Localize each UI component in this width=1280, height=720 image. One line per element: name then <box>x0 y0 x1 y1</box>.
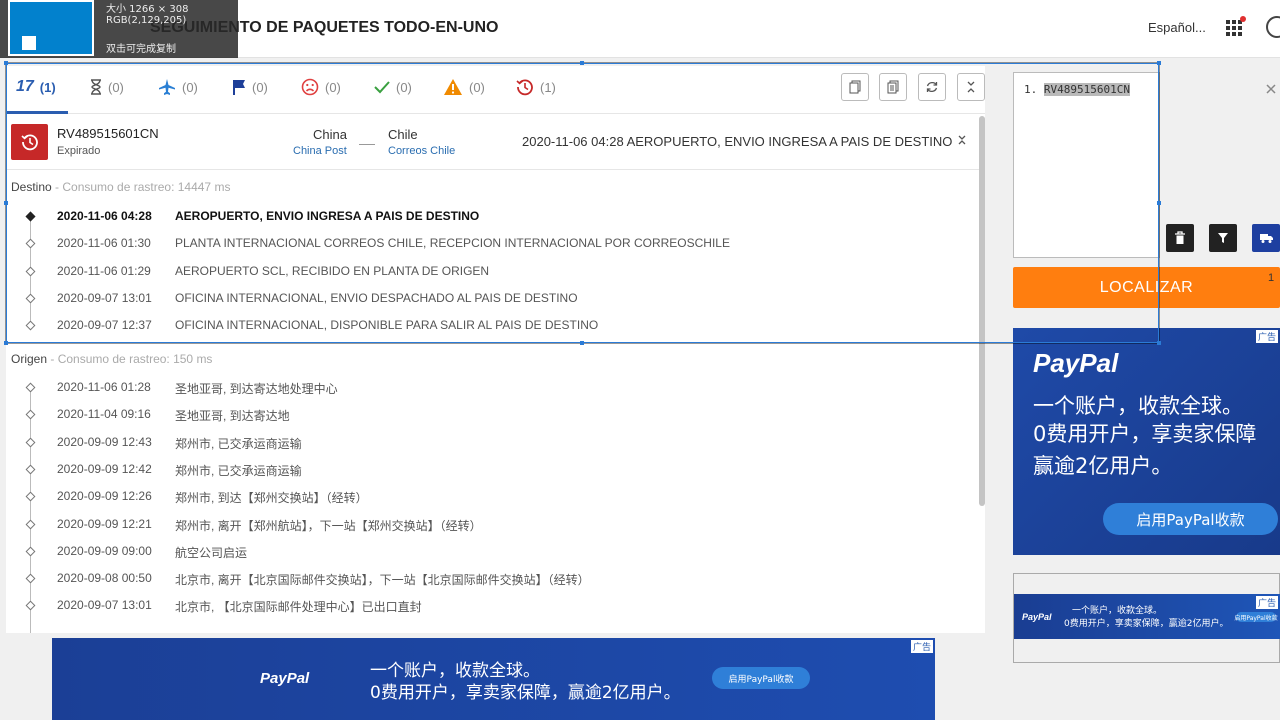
ad-line: 一个账户，收款全球。 <box>1033 394 1243 418</box>
event-description: 北京市, 【北京国际邮件处理中心】已出口直封 <box>175 600 422 615</box>
paypal-ad-small[interactable]: 广告 PayPal 一个账户，收款全球。 0费用开户，享卖家保障，赢逾2亿用户。… <box>1014 594 1280 639</box>
event-description: 郑州市, 到达【郑州交换站】（经转） <box>175 491 368 506</box>
ad-line: 一个账户，收款全球。 <box>1072 606 1163 616</box>
paypal-ad-bottom[interactable]: 广告 PayPal 一个账户，收款全球。 0费用开户，享卖家保障，赢逾2亿用户。… <box>52 638 935 720</box>
ad-cta-button[interactable]: 启用PayPal收款 <box>1103 503 1278 535</box>
paypal-ad-side[interactable]: 广告 PayPal 一个账户，收款全球。 0费用开户，享卖家保障 赢逾2亿用户。… <box>1013 328 1280 555</box>
event-date: 2020-11-04 09:16 <box>57 407 151 422</box>
event-description: 郑州市, 离开【郑州航站】，下一站【郑州交换站】（经转） <box>175 518 482 533</box>
timeline-dot <box>25 382 36 393</box>
notification-dot <box>1240 16 1246 22</box>
selection-handle[interactable] <box>580 61 584 65</box>
trash-icon <box>1175 231 1185 244</box>
language-selector[interactable]: Español... <box>1148 20 1206 35</box>
ad-line: 0费用开户，享卖家保障，赢逾2亿用户。 <box>1064 619 1229 629</box>
timeline-event: 2020-09-07 13:01 北京市, 【北京国际邮件处理中心】已出口直封 <box>6 594 981 621</box>
timeline-dot <box>25 600 36 611</box>
paypal-logo: PayPal <box>1022 612 1052 622</box>
timeline-event: 2020-09-09 12:43 郑州市, 已交承运商运输 <box>6 431 981 458</box>
selection-handle[interactable] <box>1157 201 1161 205</box>
selection-handle[interactable] <box>1157 341 1161 345</box>
timeline-dot <box>25 546 36 557</box>
screenshot-selection[interactable] <box>6 63 1159 343</box>
event-date: 2020-09-09 12:42 <box>57 461 152 476</box>
close-icon[interactable] <box>1266 84 1276 94</box>
event-description: 圣地亚哥, 到达寄达地处理中心 <box>175 382 338 396</box>
selection-handle[interactable] <box>4 341 8 345</box>
selection-handle[interactable] <box>4 61 8 65</box>
event-description: 北京市, 离开【北京国际邮件交换站】，下一站【北京国际邮件交换站】（经转） <box>175 573 590 588</box>
event-description: 郑州市, 已交承运商运输 <box>175 463 302 478</box>
ad-tag: 广告 <box>1255 596 1278 609</box>
ad-cta-button[interactable]: 启用PayPal收款 <box>712 667 810 689</box>
event-date: 2020-09-08 00:50 <box>57 571 152 586</box>
event-date: 2020-09-09 12:43 <box>57 434 152 449</box>
grid-icon[interactable] <box>1226 16 1246 36</box>
paypal-logo: PayPal <box>260 670 310 687</box>
carrier-select-button[interactable] <box>1252 224 1280 252</box>
tracking-count: 1 <box>1268 272 1275 284</box>
timeline-event: 2020-09-08 00:50 北京市, 离开【北京国际邮件交换站】，下一站【北… <box>6 567 981 594</box>
screenshot-magnifier: 大小 1266 × 308 RGB(2,129,205) 双击可完成复制 <box>0 0 238 58</box>
event-date: 2020-09-09 12:21 <box>57 516 152 531</box>
ad-cta-button[interactable]: 启用PayPal收款 <box>1234 612 1278 622</box>
timeline-event: 2020-09-09 12:21 郑州市, 离开【郑州航站】，下一站【郑州交换站】… <box>6 513 981 540</box>
timeline-dot <box>25 519 36 529</box>
timeline-event: 2020-09-09 12:42 郑州市, 已交承运商运输 <box>6 458 981 485</box>
timeline-event: 2020-11-06 01:28 圣地亚哥, 到达寄达地处理中心 <box>6 376 981 403</box>
timeline-dot <box>25 464 36 475</box>
selection-handle[interactable] <box>1157 61 1161 65</box>
delete-button[interactable] <box>1166 224 1194 252</box>
truck-icon <box>1260 234 1273 243</box>
event-description: 圣地亚哥, 到达寄达地 <box>175 409 290 424</box>
user-icon[interactable] <box>1266 16 1280 38</box>
paypal-logo: PayPal <box>1033 348 1119 378</box>
filter-button[interactable] <box>1209 224 1237 252</box>
filter-icon <box>1218 233 1228 243</box>
timeline-dot <box>25 409 36 420</box>
timeline-dot <box>25 573 36 584</box>
pixel-color: RGB(2,129,205) <box>106 15 187 26</box>
selection-size: 大小 1266 × 308 <box>106 4 189 15</box>
event-date: 2020-11-06 01:28 <box>57 380 151 394</box>
ad-line: 赢逾2亿用户。 <box>1033 454 1173 478</box>
timeline-event: 2020-11-04 09:16 圣地亚哥, 到达寄达地 <box>6 403 981 430</box>
event-date: 2020-09-09 09:00 <box>57 543 152 558</box>
ad-tag: 广告 <box>1255 330 1278 343</box>
timeline-dot <box>25 491 36 502</box>
origin-section-header: Origen - Consumo de rastreo: 150 ms <box>11 352 213 366</box>
ad-tag: 广告 <box>910 640 933 653</box>
event-date: 2020-09-09 12:26 <box>57 489 152 504</box>
copy-hint: 双击可完成复制 <box>106 44 176 55</box>
event-date: 2020-09-07 13:01 <box>57 598 152 613</box>
event-description: 航空公司启运 <box>175 545 248 560</box>
timeline-event: 2020-09-09 09:00 航空公司启运 <box>6 540 981 567</box>
ad-line: 0费用开户，享卖家保障 <box>1033 422 1257 446</box>
event-description: 郑州市, 已交承运商运输 <box>175 436 302 451</box>
selection-handle[interactable] <box>4 201 8 205</box>
magnifier-preview <box>8 0 94 56</box>
selection-handle[interactable] <box>580 341 584 345</box>
timeline-dot <box>25 437 36 448</box>
timeline-event: 2020-09-09 12:26 郑州市, 到达【郑州交换站】（经转） <box>6 485 981 512</box>
ad-line: 0费用开户，享卖家保障，赢逾2亿用户。 <box>370 683 681 703</box>
